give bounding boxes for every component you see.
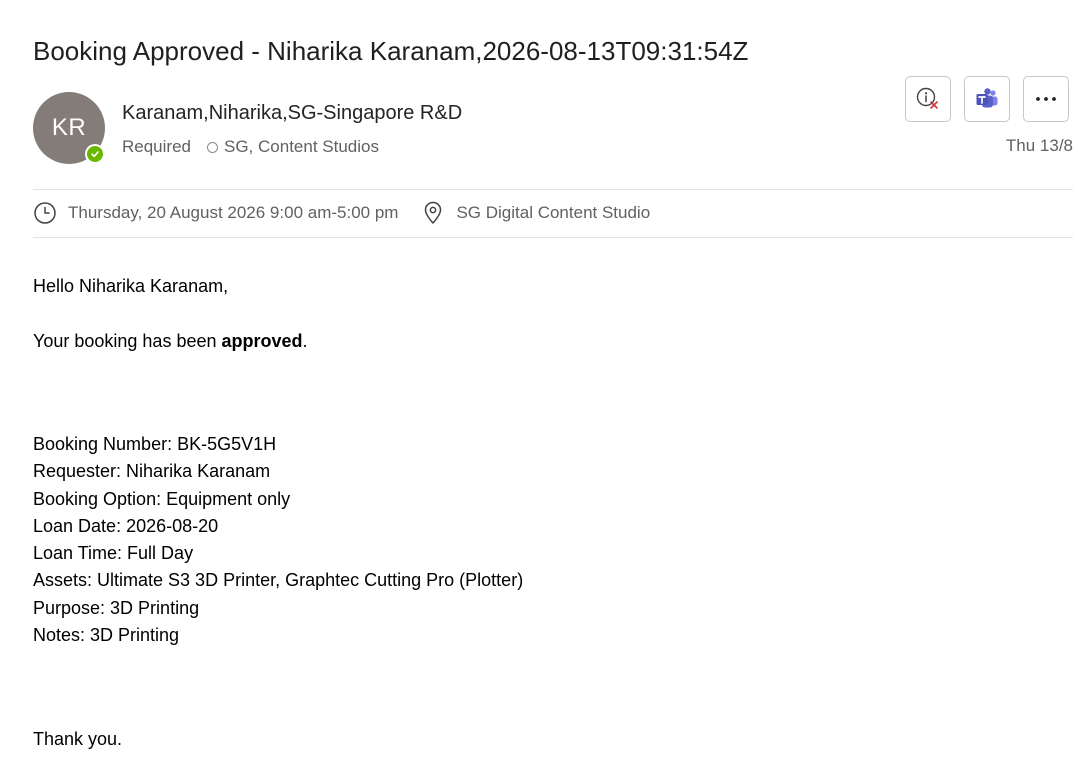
approval-prefix: Your booking has been	[33, 331, 222, 351]
email-subject: Booking Approved - Niharika Karanam,2026…	[33, 36, 749, 66]
detail-line: Requester: Niharika Karanam	[33, 461, 271, 482]
info-button[interactable]	[905, 76, 951, 122]
approval-status: approved	[221, 331, 303, 351]
clock-icon	[33, 201, 57, 225]
divider	[33, 237, 1073, 238]
more-button[interactable]	[1023, 76, 1069, 122]
meeting-info-row: Thursday, 20 August 2026 9:00 am-5:00 pm…	[33, 199, 650, 227]
more-icon	[1036, 97, 1056, 101]
meeting-location[interactable]: SG Digital Content Studio	[456, 203, 650, 223]
avatar-initials: KR	[51, 114, 87, 141]
detail-line: Loan Time: Full Day	[33, 543, 194, 564]
info-icon	[916, 87, 938, 109]
detail-line: Purpose: 3D Printing	[33, 597, 200, 618]
room-status-icon	[207, 141, 218, 153]
booking-details: Booking Number: BK-5G5V1H Requester: Nih…	[33, 431, 523, 649]
location-pin-icon	[424, 201, 442, 225]
detail-line: Booking Option: Equipment only	[33, 488, 291, 509]
recipients-label: Required	[122, 137, 191, 156]
detail-line: Loan Date: 2026-08-20	[33, 515, 219, 536]
action-toolbar	[905, 76, 1069, 122]
divider	[33, 189, 1073, 190]
recipients-row: Required SG, Content Studios	[122, 135, 379, 159]
approval-suffix: .	[302, 331, 308, 351]
teams-icon	[976, 88, 998, 108]
checkmark-icon	[91, 151, 99, 158]
detail-line: Assets: Ultimate S3 3D Printer, Graphtec…	[33, 570, 524, 591]
detail-line: Booking Number: BK-5G5V1H	[33, 434, 277, 454]
closing: Thank you.	[33, 729, 123, 749]
approval-line: Your booking has been approved.	[33, 328, 308, 355]
email-date: Thu 13/8	[1005, 136, 1073, 155]
presence-badge	[85, 144, 105, 164]
recipient-room[interactable]: SG, Content Studios	[224, 135, 379, 159]
greeting: Hello Niharika Karanam,	[33, 276, 229, 296]
detail-line: Notes: 3D Printing	[33, 625, 180, 646]
teams-button[interactable]	[964, 76, 1010, 122]
meeting-time: Thursday, 20 August 2026 9:00 am-5:00 pm	[68, 203, 399, 222]
sender-name[interactable]: Karanam,Niharika,SG-Singapore R&D	[122, 100, 462, 126]
